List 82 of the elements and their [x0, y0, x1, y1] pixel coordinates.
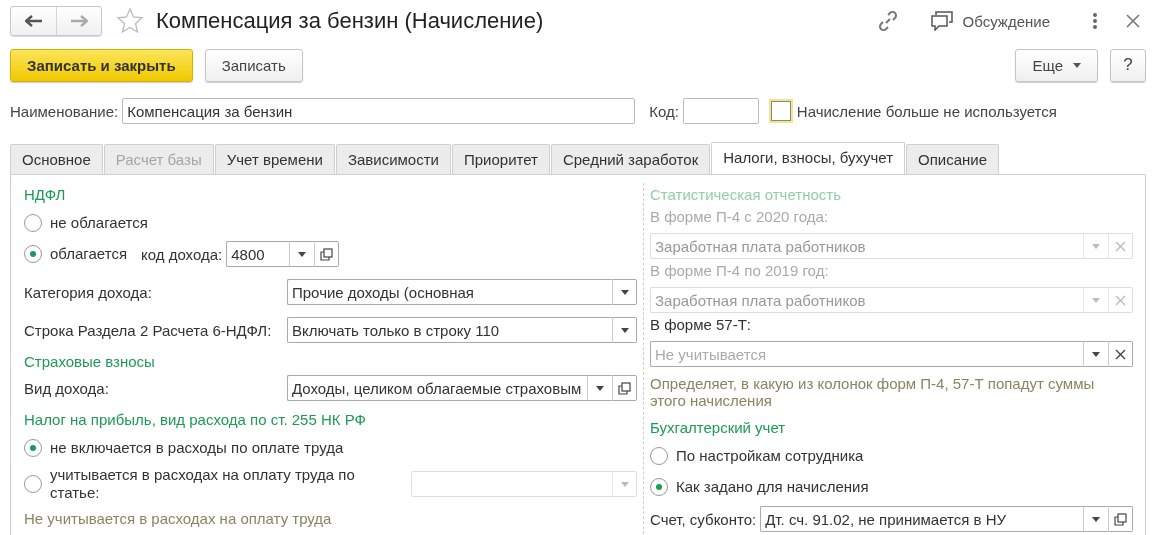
field-label: Наименование: [10, 102, 119, 120]
field-label: В форме П-4 с 2020 года: [650, 207, 829, 227]
hint-text: Не учитывается в расходах на оплату труда [24, 510, 333, 527]
radio-label: Как задано для начисления [676, 478, 869, 496]
hint-text: Определяет, в какую из колонок форм П-4, 57-Т попадут суммы этого начисления [650, 375, 1096, 409]
back-arrow-icon [24, 15, 43, 27]
caret-icon [620, 327, 629, 333]
clear-icon [1115, 294, 1126, 306]
open-window-icon [1114, 512, 1127, 526]
caret-icon [620, 481, 629, 487]
forward-arrow-icon [70, 15, 88, 27]
combo-box[interactable]: Дт. сч. 91.02, не принимается в НУ [760, 506, 1083, 532]
caret-icon [1092, 516, 1100, 522]
radio-button[interactable] [24, 245, 42, 263]
radio-label: учитывается в расходах на оплату труда по статье: [50, 466, 356, 502]
open-window-icon [320, 247, 334, 261]
chat-bubbles-icon[interactable] [930, 11, 953, 31]
help-button[interactable]: ? [1110, 48, 1146, 82]
more-menu-icon[interactable] [1092, 12, 1098, 30]
radio-button[interactable] [650, 447, 668, 465]
caret-icon [1092, 243, 1100, 249]
radio-button[interactable] [24, 439, 42, 457]
field-label: В форме 57-Т: [650, 315, 753, 335]
field-label: В форме П-4 по 2019 год: [650, 261, 830, 281]
window-title: Компенсация за бензин (Начисление) [156, 8, 544, 34]
dropdown-button[interactable] [289, 241, 315, 267]
tab[interactable]: Средний заработок [550, 144, 711, 174]
field-label: Код: [649, 102, 679, 120]
radio-label: облагается [50, 245, 127, 263]
radio-label: не включается в расходы по оплате труда [50, 439, 344, 457]
tab[interactable]: Учет времени [214, 144, 335, 174]
save-button[interactable]: Записать [204, 48, 303, 82]
combo-box[interactable]: Доходы, целиком облагаемые страховым [287, 375, 587, 401]
clear-icon [1115, 240, 1126, 252]
combo-box[interactable]: 4800 [226, 241, 290, 267]
checkbox[interactable] [770, 101, 791, 121]
star-icon[interactable] [116, 7, 144, 35]
caret-icon [596, 385, 604, 391]
section-heading: Страховые взносы [24, 352, 156, 372]
radio-button[interactable] [650, 478, 668, 496]
field-label: Строка Раздела 2 Расчета 6-НДФЛ: [24, 321, 273, 339]
section-heading: Бухгалтерский учет [650, 418, 787, 438]
caret-icon [1073, 62, 1081, 68]
clear-button[interactable] [1108, 341, 1133, 367]
section-heading: Налог на прибыль, вид расхода по ст. 255 НК РФ [24, 410, 367, 430]
section-heading: Статистическая отчетность [650, 185, 842, 205]
tab[interactable]: Налоги, взносы, бухучет [711, 142, 906, 174]
section-heading: НДФЛ [24, 185, 67, 205]
tab[interactable]: Основное [10, 144, 103, 174]
dropdown-button[interactable] [612, 317, 637, 343]
caret-icon [298, 251, 307, 257]
code-field[interactable] [682, 98, 759, 124]
field-label: Категория дохода: [24, 283, 153, 301]
dropdown-button[interactable] [612, 279, 637, 305]
caret-icon [620, 289, 629, 295]
radio-label: не облагается [50, 214, 148, 232]
discussion-link[interactable]: Обсуждение [962, 12, 1050, 30]
dropdown-button[interactable] [1083, 341, 1108, 367]
combo-box[interactable]: Прочие доходы (основная [287, 279, 612, 305]
combo-box[interactable]: Не учитывается [650, 341, 1083, 367]
clear-icon [1115, 348, 1126, 360]
tab[interactable]: Зависимости [335, 144, 451, 174]
name-field[interactable]: Компенсация за бензин [122, 98, 636, 124]
tab[interactable]: Приоритет [451, 144, 550, 174]
field-label: код дохода: [141, 245, 223, 263]
open-window-icon [618, 381, 631, 395]
caret-icon [1092, 351, 1100, 357]
more-button[interactable]: Еще [1015, 48, 1098, 82]
save-and-close-button[interactable]: Записать и закрыть [10, 48, 193, 82]
close-icon[interactable] [1126, 14, 1140, 28]
radio-button[interactable] [24, 214, 42, 232]
combo-box[interactable]: Включать только в строку 110 [287, 317, 612, 343]
checkbox-label: Начисление больше не используется [796, 102, 1057, 120]
field-label: Счет, субконто: [650, 510, 757, 528]
dropdown-button[interactable] [1083, 506, 1108, 532]
dropdown-button[interactable] [587, 375, 612, 401]
field-label: Вид дохода: [24, 379, 110, 397]
radio-button[interactable] [24, 475, 42, 493]
tab[interactable]: Описание [906, 144, 1000, 174]
radio-label: По настройкам сотрудника [676, 447, 864, 465]
caret-icon [1092, 297, 1100, 303]
link-icon[interactable] [876, 10, 899, 32]
